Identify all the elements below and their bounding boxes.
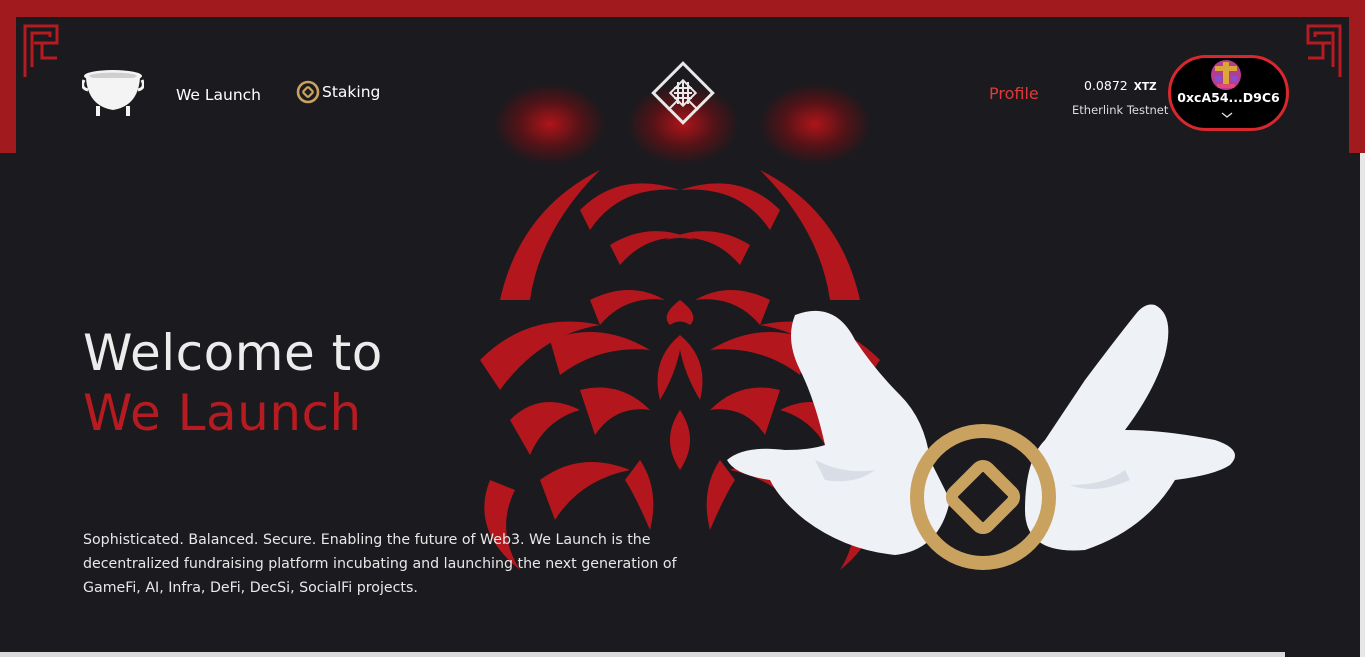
balance-value: 0.0872	[1084, 78, 1128, 93]
nav-profile[interactable]: Profile	[989, 84, 1039, 103]
hero-title-line1: Welcome to	[83, 324, 383, 382]
chevron-down-icon	[1221, 112, 1233, 118]
wallet-button[interactable]: 0xcA54...D9C6	[1168, 55, 1289, 131]
nav-staking-label: Staking	[322, 83, 381, 101]
hero-title-line2: We Launch	[83, 384, 362, 442]
network-name: Etherlink Testnet	[1072, 103, 1169, 117]
nav-we-launch[interactable]: We Launch	[176, 86, 261, 104]
cauldron-logo-icon[interactable]	[82, 66, 144, 118]
horizontal-scrollbar[interactable]	[0, 652, 1285, 657]
wallet-balance: 0.0872 XTZ	[1084, 78, 1157, 93]
wallet-address: 0xcA54...D9C6	[1177, 90, 1280, 105]
avatar-icon	[1211, 60, 1241, 90]
balance-unit: XTZ	[1133, 81, 1157, 93]
right-frame-band	[1349, 0, 1365, 153]
top-frame-band	[0, 0, 1365, 17]
nav-staking[interactable]: Staking	[296, 80, 380, 104]
corner-pattern-icon	[23, 24, 59, 77]
left-frame-band	[0, 0, 16, 153]
corner-pattern-icon	[1306, 24, 1342, 77]
hero-description: Sophisticated. Balanced. Secure. Enablin…	[83, 532, 677, 596]
hands-coin-illustration	[727, 304, 1235, 570]
diamond-knot-logo-icon[interactable]	[650, 60, 716, 126]
scrollbar[interactable]	[1360, 153, 1365, 657]
staking-coin-icon	[296, 80, 320, 104]
